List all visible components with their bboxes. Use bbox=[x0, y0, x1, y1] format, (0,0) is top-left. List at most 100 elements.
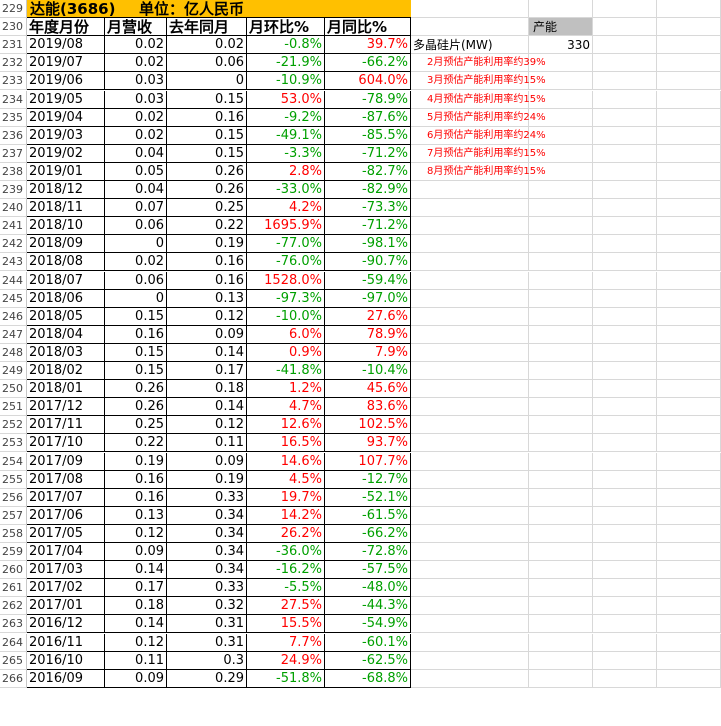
yoy-cell[interactable]: 45.6% bbox=[325, 380, 411, 399]
header-mom[interactable]: 月环比% bbox=[247, 18, 325, 37]
empty-cell[interactable] bbox=[657, 470, 721, 489]
prev-year-cell[interactable]: 0.12 bbox=[167, 307, 247, 326]
prev-year-cell[interactable]: 0.22 bbox=[167, 217, 247, 236]
utilization-note[interactable]: 7月预估产能利用率约15% bbox=[411, 144, 546, 163]
empty-cell[interactable] bbox=[529, 506, 593, 525]
empty-cell[interactable] bbox=[593, 597, 657, 616]
revenue-cell[interactable]: 0.25 bbox=[105, 416, 167, 435]
empty-cell[interactable] bbox=[657, 18, 721, 37]
revenue-cell[interactable]: 0 bbox=[105, 235, 167, 254]
revenue-cell[interactable]: 0.09 bbox=[105, 543, 167, 562]
revenue-cell[interactable]: 0.06 bbox=[105, 217, 167, 236]
empty-cell[interactable] bbox=[593, 362, 657, 381]
prev-year-cell[interactable]: 0.26 bbox=[167, 181, 247, 200]
revenue-cell[interactable]: 0.04 bbox=[105, 144, 167, 163]
empty-cell[interactable] bbox=[529, 144, 593, 163]
empty-cell[interactable] bbox=[657, 36, 721, 55]
row-number[interactable]: 231 bbox=[0, 36, 27, 55]
table-row[interactable]: 231 2019/08 0.02 0.02 -0.8% 39.7% 多晶硅片(MW) 330 bbox=[0, 36, 721, 55]
empty-cell[interactable] bbox=[529, 362, 593, 381]
empty-cell[interactable] bbox=[529, 271, 593, 290]
empty-cell[interactable] bbox=[411, 669, 529, 688]
month-cell[interactable]: 2017/07 bbox=[27, 488, 105, 507]
revenue-cell[interactable]: 0.12 bbox=[105, 524, 167, 543]
mom-cell[interactable]: -97.3% bbox=[247, 289, 325, 308]
prev-year-cell[interactable]: 0.34 bbox=[167, 524, 247, 543]
revenue-cell[interactable]: 0.03 bbox=[105, 72, 167, 91]
revenue-cell[interactable]: 0.15 bbox=[105, 362, 167, 381]
utilization-note[interactable]: 3月预估产能利用率约15% bbox=[411, 72, 546, 91]
mom-cell[interactable]: -76.0% bbox=[247, 253, 325, 272]
row-number[interactable]: 255 bbox=[0, 470, 27, 489]
yoy-cell[interactable]: 107.7% bbox=[325, 452, 411, 471]
empty-cell[interactable] bbox=[593, 18, 657, 37]
table-row[interactable]: 266 2016/09 0.09 0.29 -51.8% -68.8% bbox=[0, 669, 721, 688]
empty-cell[interactable] bbox=[657, 253, 721, 272]
yoy-cell[interactable]: 7.9% bbox=[325, 343, 411, 362]
prev-year-cell[interactable]: 0.17 bbox=[167, 362, 247, 381]
row-number[interactable]: 259 bbox=[0, 543, 27, 562]
empty-cell[interactable] bbox=[411, 380, 529, 399]
empty-cell[interactable] bbox=[593, 108, 657, 127]
table-row[interactable]: 243 2018/08 0.02 0.16 -76.0% -90.7% bbox=[0, 253, 721, 272]
month-cell[interactable]: 2017/02 bbox=[27, 579, 105, 598]
month-cell[interactable]: 2017/09 bbox=[27, 452, 105, 471]
month-cell[interactable]: 2018/11 bbox=[27, 199, 105, 218]
prev-year-cell[interactable]: 0.14 bbox=[167, 343, 247, 362]
month-cell[interactable]: 2018/08 bbox=[27, 253, 105, 272]
month-cell[interactable]: 2019/02 bbox=[27, 144, 105, 163]
empty-cell[interactable] bbox=[593, 36, 657, 55]
mom-cell[interactable]: 24.9% bbox=[247, 651, 325, 670]
empty-cell[interactable] bbox=[657, 307, 721, 326]
month-cell[interactable]: 2016/11 bbox=[27, 633, 105, 652]
row-number[interactable]: 237 bbox=[0, 144, 27, 163]
yoy-cell[interactable]: -66.2% bbox=[325, 54, 411, 73]
prev-year-cell[interactable]: 0.02 bbox=[167, 36, 247, 55]
revenue-cell[interactable]: 0.02 bbox=[105, 36, 167, 55]
month-cell[interactable]: 2019/01 bbox=[27, 162, 105, 181]
prev-year-cell[interactable]: 0.33 bbox=[167, 579, 247, 598]
yoy-cell[interactable]: -97.0% bbox=[325, 289, 411, 308]
row-number[interactable]: 234 bbox=[0, 90, 27, 109]
empty-cell[interactable] bbox=[593, 651, 657, 670]
empty-cell[interactable] bbox=[593, 162, 657, 181]
mom-cell[interactable]: 4.7% bbox=[247, 398, 325, 417]
row-number[interactable]: 235 bbox=[0, 108, 27, 127]
mom-cell[interactable]: -41.8% bbox=[247, 362, 325, 381]
prev-year-cell[interactable]: 0.26 bbox=[167, 162, 247, 181]
mom-cell[interactable]: 16.5% bbox=[247, 434, 325, 453]
month-cell[interactable]: 2018/05 bbox=[27, 307, 105, 326]
empty-cell[interactable] bbox=[411, 398, 529, 417]
yoy-cell[interactable]: -60.1% bbox=[325, 633, 411, 652]
prev-year-cell[interactable]: 0.16 bbox=[167, 108, 247, 127]
table-row[interactable]: 235 2019/04 0.02 0.16 -9.2% -87.6% 5月预估产能利用率约2… bbox=[0, 108, 721, 127]
yoy-cell[interactable]: -66.2% bbox=[325, 524, 411, 543]
wafer-label[interactable]: 多晶硅片(MW) bbox=[411, 36, 529, 55]
empty-cell[interactable] bbox=[529, 181, 593, 200]
prev-year-cell[interactable]: 0.34 bbox=[167, 561, 247, 580]
row-number[interactable]: 262 bbox=[0, 597, 27, 616]
revenue-cell[interactable]: 0.13 bbox=[105, 506, 167, 525]
month-cell[interactable]: 2018/07 bbox=[27, 271, 105, 290]
empty-cell[interactable] bbox=[411, 271, 529, 290]
table-row[interactable]: 244 2018/07 0.06 0.16 1528.0% -59.4% bbox=[0, 271, 721, 290]
empty-cell[interactable] bbox=[529, 217, 593, 236]
empty-cell[interactable] bbox=[657, 108, 721, 127]
empty-cell[interactable] bbox=[529, 126, 593, 145]
empty-cell[interactable] bbox=[529, 633, 593, 652]
utilization-note[interactable]: 4月预估产能利用率约15% bbox=[411, 90, 546, 109]
empty-cell[interactable] bbox=[411, 235, 529, 254]
mom-cell[interactable]: 1528.0% bbox=[247, 271, 325, 290]
empty-cell[interactable] bbox=[593, 416, 657, 435]
yoy-cell[interactable]: 39.7% bbox=[325, 36, 411, 55]
empty-cell[interactable] bbox=[529, 108, 593, 127]
revenue-cell[interactable]: 0.16 bbox=[105, 488, 167, 507]
wafer-value[interactable]: 330 bbox=[529, 36, 593, 55]
empty-cell[interactable] bbox=[657, 0, 721, 19]
empty-cell[interactable] bbox=[657, 452, 721, 471]
yoy-cell[interactable]: -54.9% bbox=[325, 615, 411, 634]
yoy-cell[interactable]: -12.7% bbox=[325, 470, 411, 489]
prev-year-cell[interactable]: 0.16 bbox=[167, 253, 247, 272]
empty-cell[interactable] bbox=[529, 72, 593, 91]
title-row[interactable]: 229 达能(3686) 单位：亿人民币 bbox=[0, 0, 721, 19]
